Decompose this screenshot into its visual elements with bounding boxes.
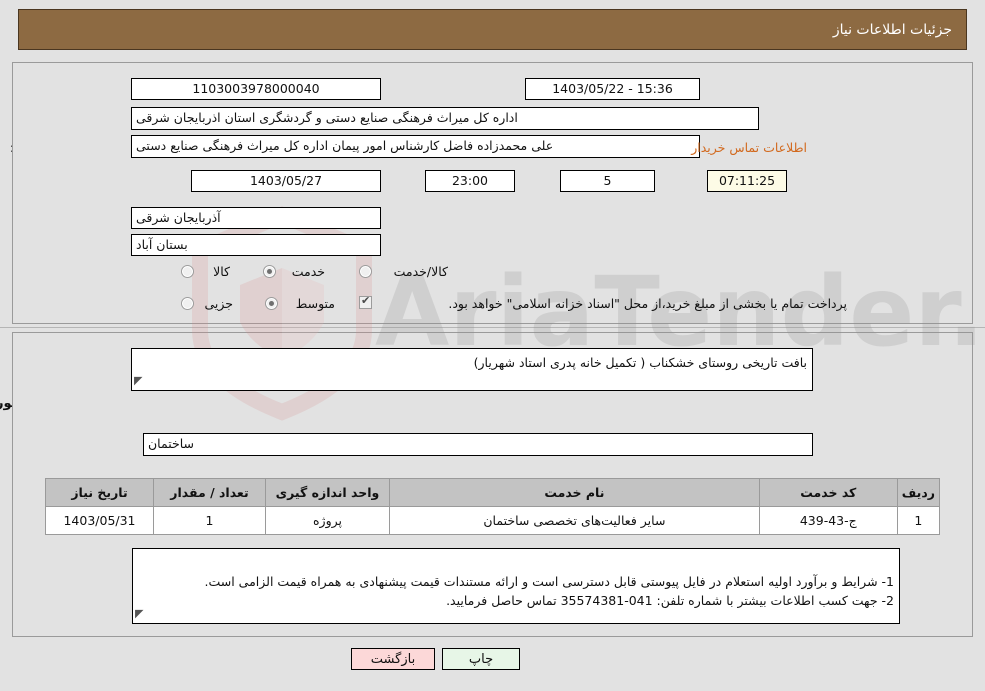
announce-value: 15:36 - 1403/05/22 (525, 78, 700, 100)
notes-resize-grip-icon[interactable]: ◥ (135, 604, 143, 623)
td-code: ج-43-439 (758, 506, 898, 535)
radio-category-kala-khedmat-label: کالا/خدمت (393, 264, 448, 279)
radio-process-jozii-label: جزیی (204, 296, 233, 311)
deadline-hour-value: 23:00 (425, 170, 515, 192)
radio-category-khedmat[interactable] (263, 265, 276, 278)
checkbox-treasury-bonds[interactable] (359, 294, 372, 309)
requester-value: علی محمدزاده فاضل کارشناس امور پیمان ادا… (131, 135, 700, 158)
service-group-value: ساختمان (143, 433, 813, 456)
remaining-time-value: 07:11:25 (707, 170, 787, 192)
page-title-text: جزئیات اطلاعات نیاز (832, 21, 952, 38)
td-date: 1403/05/31 (45, 506, 154, 535)
city-value: بستان آباد (131, 234, 381, 256)
radio-category-kala[interactable] (181, 265, 194, 278)
province-value: آذربایجان شرقی (131, 207, 381, 229)
back-button[interactable]: بازگشت (351, 648, 435, 670)
td-quantity: 1 (153, 506, 266, 535)
table-row: 1 ج-43-439 سایر فعالیت‌های تخصصی ساختمان… (45, 506, 941, 535)
td-name: سایر فعالیت‌های تخصصی ساختمان (389, 506, 760, 535)
buyer-contact-link[interactable]: اطلاعات تماس خریدار (691, 140, 807, 155)
print-button[interactable]: چاپ (442, 648, 520, 670)
table-header-row: ردیف کد خدمت نام خدمت واحد اندازه گیری ت… (45, 478, 941, 507)
remaining-days-value: 5 (560, 170, 655, 192)
buyer-org-value: اداره کل میراث فرهنگی صنایع دستی و گردشگ… (131, 107, 759, 130)
treasury-bonds-text: پرداخت تمام یا بخشی از مبلغ خرید،از محل … (448, 296, 847, 311)
radio-category-kala-label: کالا (213, 264, 230, 279)
td-radif: 1 (896, 506, 941, 535)
td-unit: پروژه (265, 506, 390, 535)
deadline-date-value: 1403/05/27 (191, 170, 381, 192)
page-title: جزئیات اطلاعات نیاز (18, 9, 967, 50)
tender-details-page: AriaTender.net جزئیات اطلاعات نیاز شماره… (0, 0, 985, 691)
th-unit: واحد اندازه گیری (265, 478, 390, 507)
notes-text: 1- شرایط و برآورد اولیه استعلام در فایل … (204, 574, 894, 608)
radio-category-kala-khedmat[interactable] (359, 265, 372, 278)
section-divider (0, 327, 985, 328)
radio-category-khedmat-label: خدمت (291, 264, 325, 279)
need-number-value: 1103003978000040 (131, 78, 381, 100)
th-code: کد خدمت (758, 478, 898, 507)
th-name: نام خدمت (389, 478, 760, 507)
radio-process-jozii[interactable] (181, 297, 194, 310)
th-radif: ردیف (896, 478, 941, 507)
services-table: ردیف کد خدمت نام خدمت واحد اندازه گیری ت… (45, 478, 941, 535)
resize-grip-icon[interactable]: ◥ (134, 371, 142, 390)
notes-textarea[interactable]: 1- شرایط و برآورد اولیه استعلام در فایل … (132, 548, 900, 624)
th-date: تاریخ نیاز (45, 478, 154, 507)
summary-text: بافت تاریخی روستای خشکناب ( تکمیل خانه پ… (473, 355, 807, 370)
radio-process-motevaset[interactable] (265, 297, 278, 310)
radio-process-motevaset-label: متوسط (295, 296, 335, 311)
th-quantity: تعداد / مقدار (153, 478, 266, 507)
summary-textarea[interactable]: بافت تاریخی روستای خشکناب ( تکمیل خانه پ… (131, 348, 813, 391)
summary-panel (12, 62, 973, 324)
